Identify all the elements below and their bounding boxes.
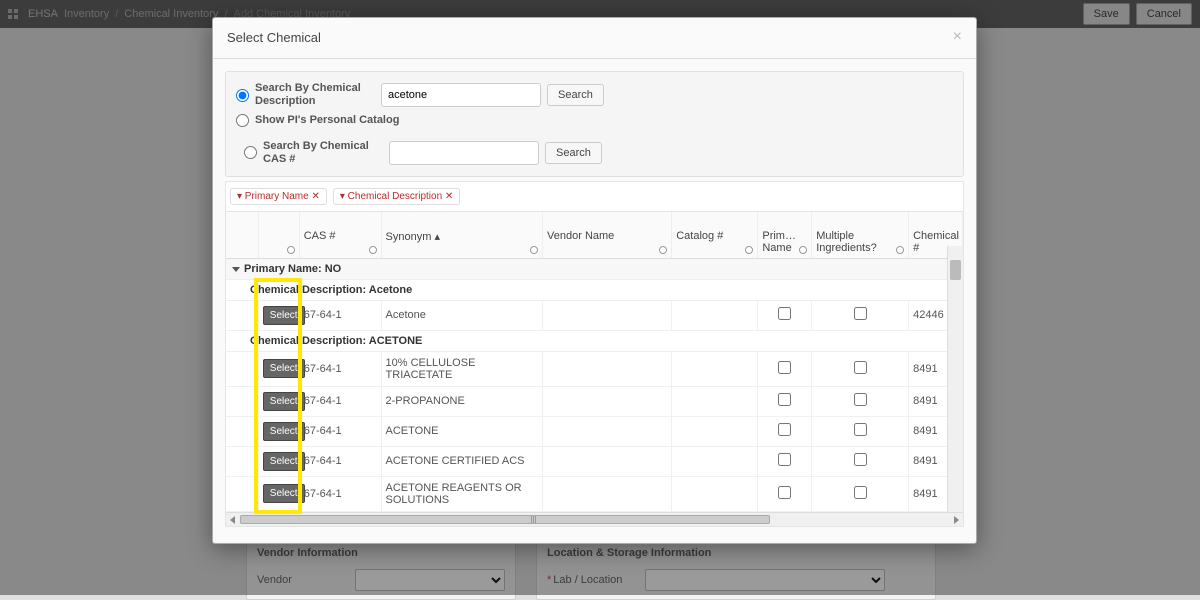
search-panel: Search By Chemical Description Search Sh… xyxy=(225,71,964,177)
prim-checkbox[interactable] xyxy=(778,453,791,466)
cell-catalog xyxy=(672,446,758,476)
table-row: Select67-64-110% CELLULOSE TRIACETATE849… xyxy=(226,351,963,386)
radio-search-cas-label: Search By Chemical CAS # xyxy=(263,140,383,166)
cell-cas: 67-64-1 xyxy=(299,446,381,476)
horizontal-scrollbar[interactable] xyxy=(226,512,963,526)
cell-catalog xyxy=(672,351,758,386)
col-cas-header[interactable]: CAS # xyxy=(299,212,381,259)
close-icon[interactable]: × xyxy=(953,28,962,46)
table-row: Select67-64-1ACETONE REAGENTS OR SOLUTIO… xyxy=(226,476,963,511)
cell-synonym: Acetone xyxy=(381,300,543,330)
filter-icon[interactable] xyxy=(369,246,377,254)
scroll-left-icon[interactable] xyxy=(230,516,235,524)
multi-checkbox[interactable] xyxy=(854,361,867,374)
col-vendor-header[interactable]: Vendor Name xyxy=(543,212,672,259)
radio-search-description-label: Search By Chemical Description xyxy=(255,82,375,108)
vertical-scrollbar[interactable] xyxy=(947,246,963,512)
col-expand xyxy=(226,212,258,259)
scroll-right-icon[interactable] xyxy=(954,516,959,524)
multi-checkbox[interactable] xyxy=(854,423,867,436)
table-row: Select67-64-1Acetone42446 xyxy=(226,300,963,330)
select-row-button[interactable]: Select xyxy=(263,422,305,441)
cell-vendor xyxy=(543,386,672,416)
group-row[interactable]: Primary Name: NO xyxy=(226,258,963,279)
cell-vendor xyxy=(543,476,672,511)
col-select-header xyxy=(258,212,299,259)
filter-icon[interactable] xyxy=(659,246,667,254)
select-row-button[interactable]: Select xyxy=(263,484,305,503)
cell-synonym: 2-PROPANONE xyxy=(381,386,543,416)
prim-checkbox[interactable] xyxy=(778,361,791,374)
prim-checkbox[interactable] xyxy=(778,307,791,320)
radio-show-catalog-label: Show PI's Personal Catalog xyxy=(255,114,399,127)
cell-vendor xyxy=(543,416,672,446)
radio-show-catalog[interactable] xyxy=(236,114,249,127)
search-description-button[interactable]: Search xyxy=(547,84,604,106)
filter-icon[interactable] xyxy=(745,246,753,254)
grid-header-row: CAS # Synonym ▴ Vendor Name Catalog # Pr… xyxy=(226,212,963,259)
search-cas-input[interactable] xyxy=(389,141,539,165)
cell-cas: 67-64-1 xyxy=(299,300,381,330)
cell-cas: 67-64-1 xyxy=(299,476,381,511)
filter-chip-chemical-description[interactable]: ▾ Chemical Description ✕ xyxy=(333,188,460,205)
cell-cas: 67-64-1 xyxy=(299,416,381,446)
chemical-grid: CAS # Synonym ▴ Vendor Name Catalog # Pr… xyxy=(225,211,964,527)
prim-checkbox[interactable] xyxy=(778,486,791,499)
select-row-button[interactable]: Select xyxy=(263,306,305,325)
col-synonym-header[interactable]: Synonym ▴ xyxy=(381,212,543,259)
radio-search-description[interactable] xyxy=(236,89,249,102)
filter-icon[interactable] xyxy=(287,246,295,254)
search-cas-button[interactable]: Search xyxy=(545,142,602,164)
table-row: Select67-64-12-PROPANONE8491 xyxy=(226,386,963,416)
modal-title: Select Chemical xyxy=(227,30,321,45)
select-row-button[interactable]: Select xyxy=(263,359,305,378)
table-row: Select67-64-1ACETONE8491 xyxy=(226,416,963,446)
cell-synonym: ACETONE xyxy=(381,416,543,446)
cell-catalog xyxy=(672,386,758,416)
multi-checkbox[interactable] xyxy=(854,486,867,499)
select-row-button[interactable]: Select xyxy=(263,452,305,471)
multi-checkbox[interactable] xyxy=(854,307,867,320)
filter-icon[interactable] xyxy=(896,246,904,254)
cell-vendor xyxy=(543,446,672,476)
filter-icon[interactable] xyxy=(530,246,538,254)
active-filters: ▾ Primary Name ✕ ▾ Chemical Description … xyxy=(225,181,964,211)
multi-checkbox[interactable] xyxy=(854,393,867,406)
cell-vendor xyxy=(543,300,672,330)
cell-catalog xyxy=(672,476,758,511)
radio-search-cas[interactable] xyxy=(244,146,257,159)
cell-cas: 67-64-1 xyxy=(299,351,381,386)
prim-checkbox[interactable] xyxy=(778,423,791,436)
cell-catalog xyxy=(672,416,758,446)
cell-synonym: ACETONE REAGENTS OR SOLUTIONS xyxy=(381,476,543,511)
cell-cas: 67-64-1 xyxy=(299,386,381,416)
cell-synonym: ACETONE CERTIFIED ACS xyxy=(381,446,543,476)
search-description-input[interactable] xyxy=(381,83,541,107)
select-chemical-modal: Select Chemical × Search By Chemical Des… xyxy=(212,17,977,544)
select-row-button[interactable]: Select xyxy=(263,392,305,411)
col-multi-header[interactable]: Multiple Ingredients? xyxy=(812,212,909,259)
prim-checkbox[interactable] xyxy=(778,393,791,406)
filter-chip-primary-name[interactable]: ▾ Primary Name ✕ xyxy=(230,188,327,205)
multi-checkbox[interactable] xyxy=(854,453,867,466)
col-prim-header[interactable]: Prim… Name xyxy=(758,212,812,259)
sub-group-row[interactable]: Chemical Description: ACETONE xyxy=(226,330,963,351)
col-catalog-header[interactable]: Catalog # xyxy=(672,212,758,259)
cell-synonym: 10% CELLULOSE TRIACETATE xyxy=(381,351,543,386)
cell-catalog xyxy=(672,300,758,330)
table-row: Select67-64-1ACETONE CERTIFIED ACS8491 xyxy=(226,446,963,476)
cell-vendor xyxy=(543,351,672,386)
sub-group-row[interactable]: Chemical Description: Acetone xyxy=(226,279,963,300)
